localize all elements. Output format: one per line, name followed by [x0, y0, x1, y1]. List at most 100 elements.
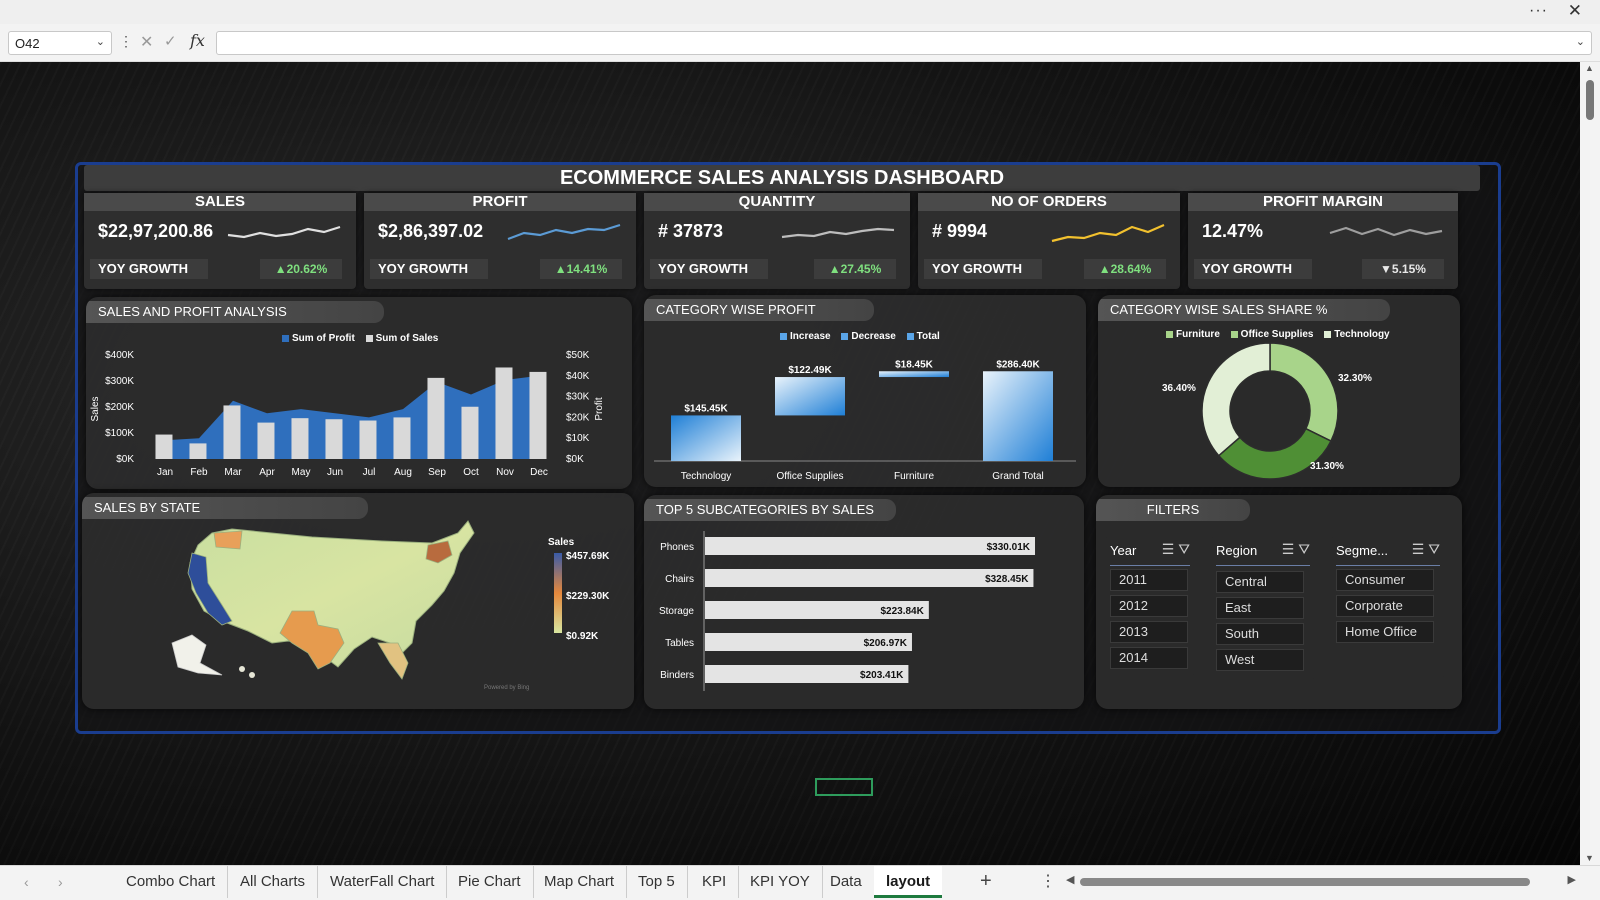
- yoy-label: YOY GROWTH: [650, 259, 768, 279]
- combo-chart[interactable]: Jan Feb Mar Apr May Jun Jul Aug Sep Oct Nov Dec $0K $…: [86, 297, 632, 489]
- sheet-tab-kpi[interactable]: KPI: [690, 866, 740, 898]
- x-tick-label: Aug: [394, 467, 412, 478]
- window-titlebar: ··· ✕: [0, 0, 1600, 24]
- sales-profit-panel[interactable]: SALES AND PROFIT ANALYSIS Sum of Profit …: [86, 297, 632, 489]
- sheet-tab-kpi-yoy[interactable]: KPI YOY: [738, 866, 823, 898]
- x-tick-label: Jun: [327, 467, 343, 478]
- y-tick-label: $400K: [105, 350, 134, 361]
- close-icon[interactable]: ✕: [1568, 1, 1582, 21]
- slicer-item-west[interactable]: West: [1216, 649, 1304, 671]
- slicer-item-2012[interactable]: 2012: [1110, 595, 1188, 617]
- check-icon[interactable]: ✓: [164, 32, 177, 50]
- waterfall-bar: [775, 377, 845, 416]
- y-axis-title: Sales: [90, 396, 101, 421]
- slicer-item-home-office[interactable]: Home Office: [1336, 621, 1434, 643]
- x-tick-label: Office Supplies: [776, 471, 843, 482]
- multi-select-icon[interactable]: ☰: [1162, 541, 1175, 557]
- sales-scale-bar: [554, 553, 562, 633]
- slicer-item-east[interactable]: East: [1216, 597, 1304, 619]
- slicer-header: Region: [1216, 543, 1258, 558]
- horizontal-scrollbar[interactable]: ◀ ▶: [1066, 873, 1576, 888]
- name-box[interactable]: O42 ⌄: [8, 31, 112, 55]
- scroll-thumb[interactable]: [1586, 80, 1594, 120]
- scroll-left-icon[interactable]: ◀: [1066, 873, 1074, 886]
- chevron-down-icon[interactable]: ⌄: [96, 35, 105, 48]
- multi-select-icon[interactable]: ☰: [1412, 541, 1425, 557]
- slicer-divider: [1336, 565, 1440, 566]
- category-share-panel[interactable]: CATEGORY WISE SALES SHARE % Furniture Of…: [1098, 295, 1460, 487]
- slicer-item-corporate[interactable]: Corporate: [1336, 595, 1434, 617]
- waterfall-chart[interactable]: $145.45K Technology $122.49K Office Supplie…: [644, 295, 1086, 487]
- waterfall-bar: [983, 371, 1053, 461]
- filters-panel: FILTERS Year ☰ ⛛ 2011 2012 2013 2014 Reg…: [1096, 495, 1462, 709]
- chevron-right-icon[interactable]: ›: [58, 874, 63, 890]
- more-options-icon[interactable]: ···: [1529, 2, 1548, 20]
- sheet-tab-data[interactable]: Data: [818, 866, 875, 898]
- slicer-segment[interactable]: Segme... ☰ ⛛ Consumer Corporate Home Off…: [1330, 537, 1446, 677]
- kebab-icon[interactable]: ⋮: [1040, 871, 1056, 891]
- us-state-map[interactable]: Sales $457.69K $229.30K $0.92K Powered b…: [82, 493, 634, 709]
- y2-axis-title: Profit: [594, 397, 605, 421]
- selected-cell[interactable]: [815, 778, 873, 796]
- kpi-value: $22,97,200.86: [98, 221, 214, 241]
- sheet-tab-layout[interactable]: layout: [874, 866, 943, 898]
- worksheet-canvas[interactable]: ECOMMERCE SALES ANALYSIS DASHBOARD SALES…: [0, 62, 1580, 865]
- top5-panel[interactable]: TOP 5 SUBCATEGORIES BY SALES Phones $330.…: [644, 495, 1084, 709]
- x-tick-label: May: [292, 467, 311, 478]
- yoy-label: YOY GROWTH: [90, 259, 208, 279]
- hawaii-shape: [239, 666, 245, 672]
- kpi-value: $2,86,397.02: [378, 221, 484, 241]
- slicer-item-consumer[interactable]: Consumer: [1336, 569, 1434, 591]
- slicer-item-2011[interactable]: 2011: [1110, 569, 1188, 591]
- expand-formula-icon[interactable]: ⌄: [1576, 35, 1585, 48]
- kpi-label: SALES: [84, 193, 356, 211]
- slicer-region[interactable]: Region ☰ ⛛ Central East South West: [1210, 537, 1316, 679]
- scroll-thumb[interactable]: [1080, 878, 1530, 886]
- sheet-tab-combo-chart[interactable]: Combo Chart: [114, 866, 229, 898]
- slicer-item-central[interactable]: Central: [1216, 571, 1304, 593]
- y2-tick-label: $30K: [566, 392, 590, 403]
- kebab-icon[interactable]: ⋮: [119, 33, 133, 50]
- data-label: $122.49K: [788, 365, 832, 376]
- vertical-scrollbar[interactable]: ▲ ▼: [1580, 62, 1600, 865]
- data-label: $18.45K: [895, 359, 934, 370]
- y2-tick-label: $40K: [566, 371, 590, 382]
- chevron-left-icon[interactable]: ‹: [24, 874, 29, 890]
- slicer-item-2014[interactable]: 2014: [1110, 647, 1188, 669]
- sheet-tab-waterfall-chart[interactable]: WaterFall Chart: [318, 866, 448, 898]
- add-sheet-icon[interactable]: +: [980, 870, 992, 893]
- slicer-year[interactable]: Year ☰ ⛛ 2011 2012 2013 2014: [1104, 537, 1196, 675]
- state-map-panel[interactable]: SALES BY STATE Sales $457.69K $229.30K $…: [82, 493, 634, 709]
- category-label: Binders: [660, 670, 694, 681]
- sales-bar: [461, 406, 479, 459]
- clear-filter-icon[interactable]: ⛛: [1178, 541, 1190, 557]
- sheet-tab-top-5[interactable]: Top 5: [626, 866, 688, 898]
- kpi-card-no-of-orders: NO OF ORDERS # 9994 YOY GROWTH ▲28.64%: [918, 193, 1180, 289]
- formula-input[interactable]: ⌄: [216, 31, 1592, 55]
- y-tick-label: $200K: [105, 402, 134, 413]
- clear-filter-icon[interactable]: ⛛: [1428, 541, 1440, 557]
- category-profit-panel[interactable]: CATEGORY WISE PROFIT Increase Decrease T…: [644, 295, 1086, 487]
- scroll-up-icon[interactable]: ▲: [1585, 63, 1594, 73]
- kpi-label: PROFIT MARGIN: [1188, 193, 1458, 211]
- kpi-card-profit-margin: PROFIT MARGIN 12.47% YOY GROWTH ▼5.15%: [1188, 193, 1458, 289]
- scroll-down-icon[interactable]: ▼: [1585, 853, 1594, 863]
- sheet-tab-pie-chart[interactable]: Pie Chart: [446, 866, 534, 898]
- donut-chart[interactable]: 32.30% 31.30% 36.40%: [1098, 295, 1460, 487]
- fx-icon[interactable]: fx: [190, 31, 205, 50]
- waterfall-bar: [879, 371, 949, 378]
- sheet-tab-map-chart[interactable]: Map Chart: [532, 866, 628, 898]
- cancel-icon[interactable]: ✕: [140, 32, 153, 52]
- slicer-item-2013[interactable]: 2013: [1110, 621, 1188, 643]
- clear-filter-icon[interactable]: ⛛: [1298, 541, 1310, 557]
- sparkline: [1051, 223, 1165, 243]
- top5-bar-chart[interactable]: Phones $330.01K Chairs $328.45K Storage $223.…: [644, 495, 1084, 709]
- sheet-tab-all-charts[interactable]: All Charts: [228, 866, 319, 898]
- multi-select-icon[interactable]: ☰: [1282, 541, 1295, 557]
- scroll-right-icon[interactable]: ▶: [1568, 873, 1576, 886]
- slicer-item-south[interactable]: South: [1216, 623, 1304, 645]
- sparkline-path: [1329, 226, 1443, 237]
- x-tick-label: Sep: [428, 467, 446, 478]
- subcategory-bar: [705, 537, 1036, 555]
- slicer-header: Segme...: [1336, 543, 1389, 558]
